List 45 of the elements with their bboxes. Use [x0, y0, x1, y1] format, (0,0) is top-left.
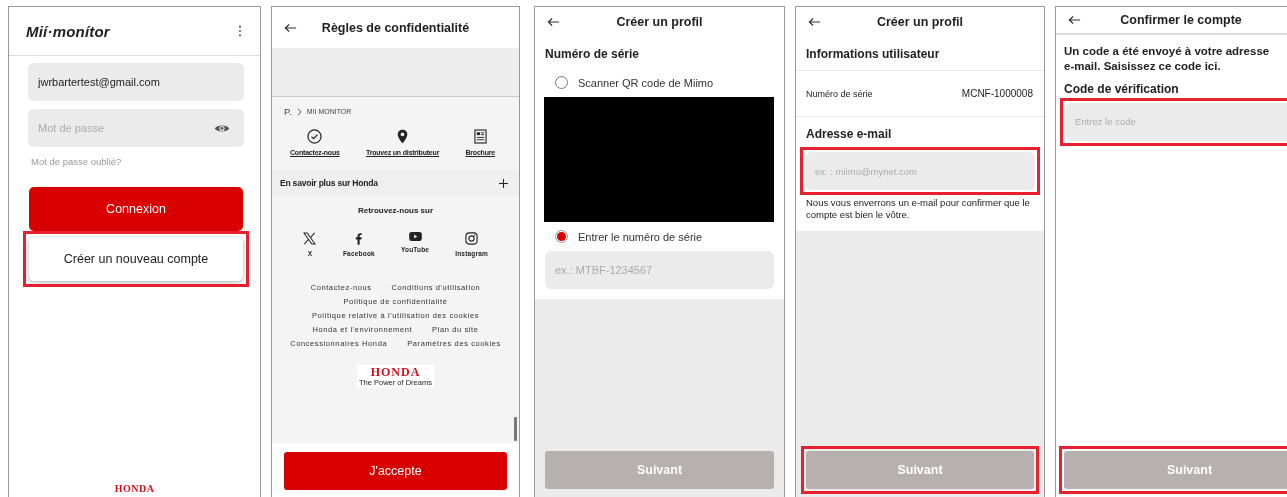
check-circle-icon[interactable]	[307, 129, 323, 144]
app-logo: Mií·monítor	[26, 22, 110, 40]
serial-number-field[interactable]: ex.: MTBF-1234567	[545, 251, 774, 289]
plus-icon[interactable]	[499, 178, 508, 188]
screen-title: Règles de confidentialité	[321, 20, 470, 35]
more-menu-icon[interactable]	[238, 25, 242, 37]
password-field[interactable]: Mot de passe	[28, 109, 244, 147]
accept-button[interactable]: J'accepte	[284, 452, 507, 490]
location-pin-icon[interactable]	[397, 129, 409, 144]
accordion-header[interactable]: En savoir plus sur Honda	[272, 170, 519, 196]
scrollbar[interactable]	[514, 417, 517, 441]
screen-title: Créer un profil	[876, 14, 964, 29]
brand-logo: HONDA	[114, 483, 155, 494]
x-logo-icon[interactable]	[303, 232, 317, 245]
radio-label[interactable]: Scanner QR code de Miimo	[578, 76, 714, 89]
field-label: Adresse e-mail	[806, 127, 893, 141]
back-arrow-icon[interactable]	[1068, 15, 1081, 25]
section-heading: Informations utilisateur	[806, 47, 941, 61]
create-account-button[interactable]: Créer un nouveau compte	[29, 237, 243, 281]
follow-us-heading: Retrouvez-nous sur	[357, 206, 434, 215]
chevron-icon	[296, 107, 302, 116]
document-icon[interactable]	[473, 129, 487, 144]
section-label: En savoir plus sur Honda	[280, 178, 378, 188]
radio-label[interactable]: Entrer le numéro de série	[578, 230, 703, 243]
back-arrow-icon[interactable]	[547, 16, 560, 27]
back-arrow-icon[interactable]	[284, 22, 297, 33]
instagram-logo-icon[interactable]	[465, 232, 479, 245]
screen-title: Confirmer le compte	[1120, 13, 1242, 27]
breadcrumb-item[interactable]: P.	[284, 106, 292, 117]
email-field[interactable]: jwrbartertest@gmail.com	[28, 63, 244, 101]
field-label: Code de vérification	[1064, 81, 1180, 96]
eye-icon[interactable]	[214, 123, 230, 134]
back-arrow-icon[interactable]	[808, 16, 821, 27]
instruction-text: Un code a été envoyé à votre adresse e-mail. Saisissez ce code ici.	[1064, 44, 1271, 74]
section-heading: Numéro de série	[545, 47, 641, 61]
helper-text: Nous vous enverrons un e-mail pour confirmer que le compte est bien le vôtre.	[806, 197, 1031, 221]
radio-button[interactable]	[555, 230, 568, 243]
youtube-logo-icon[interactable]	[408, 232, 422, 241]
login-button[interactable]: Connexion	[29, 187, 243, 231]
radio-button[interactable]	[555, 76, 568, 89]
serial-number-value: MCNF-1000008	[961, 88, 1033, 99]
field-label: Numéro de série	[806, 88, 873, 99]
facebook-logo-icon[interactable]	[355, 232, 363, 245]
screen-title: Créer un profil	[616, 14, 703, 29]
email-field[interactable]: ex. : miimo@mynet.com	[805, 152, 1035, 190]
